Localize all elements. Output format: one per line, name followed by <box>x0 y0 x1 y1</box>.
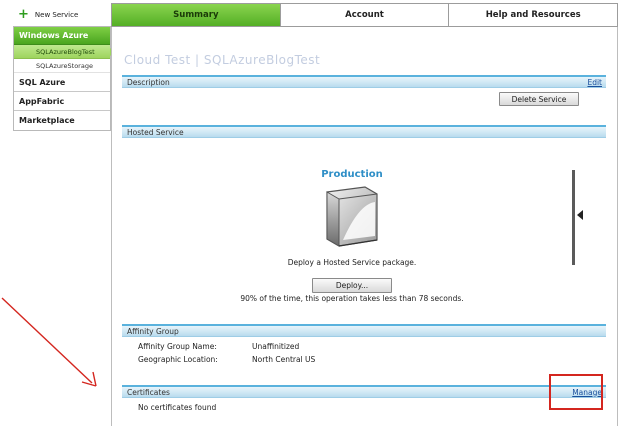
affinity-group-name-label: Affinity Group Name: <box>138 342 217 351</box>
nav-item-windows-azure[interactable]: Windows Azure <box>14 27 110 45</box>
hosted-service-section-header: Hosted Service <box>122 125 606 138</box>
left-arrow-icon[interactable] <box>577 210 583 220</box>
affinity-group-section-header: Affinity Group <box>122 324 606 337</box>
certificates-label: Certificates <box>127 387 170 397</box>
sidebar: + New Service Windows Azure SQLAzureBlog… <box>13 4 115 131</box>
nav-item-appfabric[interactable]: AppFabric <box>14 92 110 111</box>
annotation-highlight-box <box>549 374 603 410</box>
annotation-arrow-icon <box>1 297 97 387</box>
geographic-location-value: North Central US <box>252 355 316 364</box>
tab-help-and-resources[interactable]: Help and Resources <box>449 4 617 26</box>
edit-link[interactable]: Edit <box>587 78 606 87</box>
affinity-group-label: Affinity Group <box>127 326 179 336</box>
service-title: Cloud Test | SQLAzureBlogTest <box>124 53 321 67</box>
nav-item-sql-azure[interactable]: SQL Azure <box>14 73 110 92</box>
service-nav: Windows Azure SQLAzureBlogTest SQLAzureS… <box>13 26 115 131</box>
new-service-button[interactable]: + New Service <box>13 4 111 26</box>
no-certificates-text: No certificates found <box>138 403 217 412</box>
tab-summary[interactable]: Summary <box>112 4 281 26</box>
plus-icon: + <box>18 7 29 22</box>
geographic-location-label: Geographic Location: <box>138 355 218 364</box>
affinity-group-name-value: Unaffinitized <box>252 342 300 351</box>
new-service-label: New Service <box>34 11 79 19</box>
tab-account[interactable]: Account <box>281 4 450 26</box>
empty-package-icon <box>326 186 378 247</box>
delete-service-button[interactable]: Delete Service <box>499 92 579 106</box>
deploy-prompt: Deploy a Hosted Service package. <box>287 258 417 267</box>
carousel-divider <box>572 170 575 265</box>
sub-item-sqlazurestorage[interactable]: SQLAzureStorage <box>14 59 110 73</box>
tab-bar: Summary Account Help and Resources <box>111 3 618 27</box>
main-panel: Cloud Test | SQLAzureBlogTest Descriptio… <box>111 27 618 426</box>
production-title: Production <box>321 169 383 180</box>
nav-item-marketplace[interactable]: Marketplace <box>14 111 110 130</box>
deploy-button[interactable]: Deploy... <box>312 278 392 293</box>
timing-note: 90% of the time, this operation takes le… <box>240 294 464 303</box>
hosted-service-label: Hosted Service <box>127 127 184 137</box>
certificates-section-header: Certificates Manage <box>122 385 606 398</box>
description-label: Description <box>127 77 170 87</box>
description-section-header: Description Edit <box>122 75 606 88</box>
sub-item-sqlazureblogtest[interactable]: SQLAzureBlogTest <box>14 45 115 59</box>
